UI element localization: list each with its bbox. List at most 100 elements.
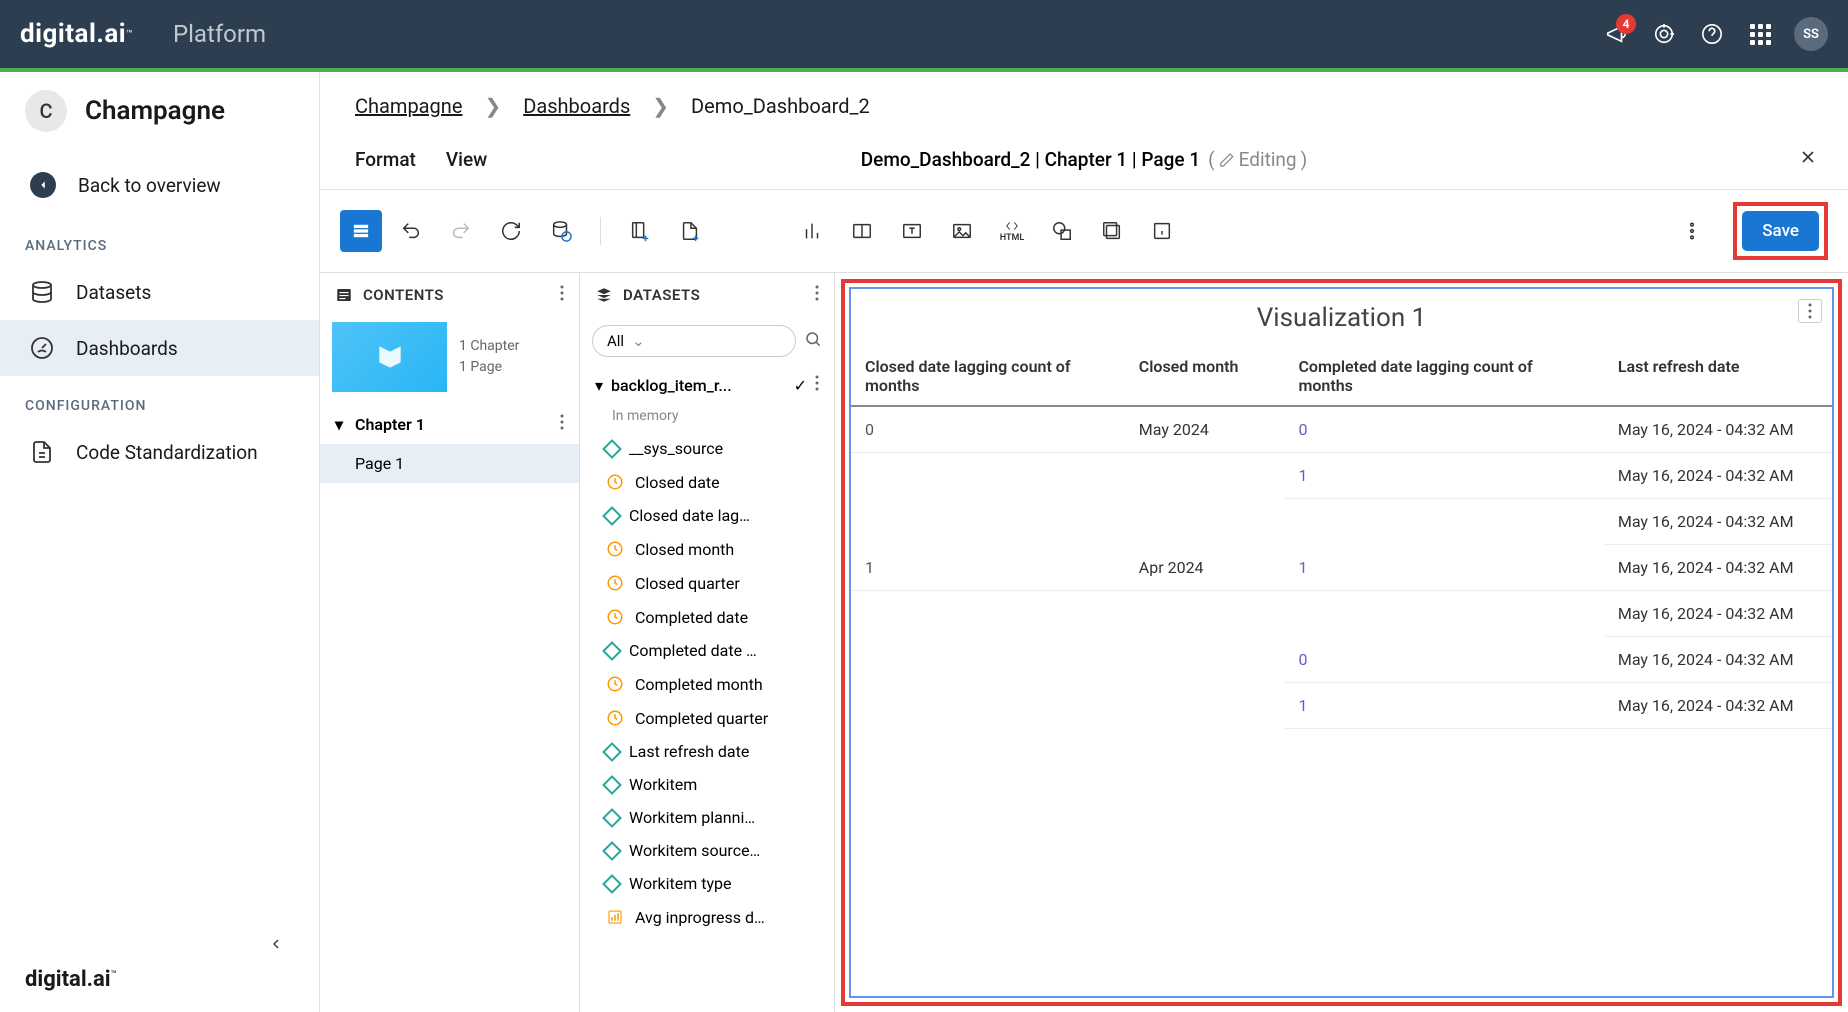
undo-button[interactable] xyxy=(390,210,432,252)
help-icon[interactable] xyxy=(1698,20,1726,48)
close-button[interactable] xyxy=(1798,147,1818,172)
editing-indicator: ( Editing) xyxy=(1208,148,1307,171)
back-label: Back to overview xyxy=(78,174,221,197)
toggle-panels-button[interactable] xyxy=(340,210,382,252)
nav-label: Datasets xyxy=(76,281,151,304)
menu-format[interactable]: Format xyxy=(355,148,416,171)
new-chapter-button[interactable] xyxy=(619,210,661,252)
nav-dashboards[interactable]: Dashboards xyxy=(0,320,319,376)
refresh-button[interactable] xyxy=(490,210,532,252)
nav-label: Dashboards xyxy=(76,337,178,360)
field-item[interactable]: Last refresh date xyxy=(580,735,834,768)
section-config: CONFIGURATION xyxy=(0,376,319,424)
field-item[interactable]: Completed date xyxy=(580,600,834,634)
announcements-icon[interactable]: 4 xyxy=(1602,20,1630,48)
field-label: Completed quarter xyxy=(635,709,768,728)
datasets-title: DATASETS xyxy=(623,286,700,304)
field-item[interactable]: Workitem source… xyxy=(580,834,834,867)
breadcrumb-champagne[interactable]: Champagne xyxy=(355,94,462,118)
menu-bar: Format View Demo_Dashboard_2 | Chapter 1… xyxy=(320,140,1848,190)
cell: May 2024 xyxy=(1125,406,1285,453)
dataset-more-button[interactable] xyxy=(815,375,819,395)
redo-button[interactable] xyxy=(440,210,482,252)
insert-container-button[interactable] xyxy=(841,210,883,252)
field-item[interactable]: __sys_source xyxy=(580,432,834,465)
html-label: HTML xyxy=(1000,233,1025,243)
dossier-thumbnail[interactable] xyxy=(332,322,447,392)
contents-more-button[interactable] xyxy=(560,285,564,305)
dataset-item[interactable]: ▾ backlog_item_r... ✓ xyxy=(580,365,834,405)
field-item[interactable]: Avg inprogress d… xyxy=(580,900,834,934)
field-item[interactable]: Closed quarter xyxy=(580,566,834,600)
viz-more-button[interactable] xyxy=(1798,299,1822,323)
cell: Apr 2024 xyxy=(1125,545,1285,591)
field-item[interactable]: Completed month xyxy=(580,667,834,701)
chapter-item[interactable]: ▾ Chapter 1 xyxy=(320,404,579,444)
insert-chart-button[interactable] xyxy=(791,210,833,252)
new-page-button[interactable] xyxy=(669,210,711,252)
cell: May 16, 2024 - 04:32 AM xyxy=(1604,499,1832,545)
insert-shape-button[interactable] xyxy=(1041,210,1083,252)
field-item[interactable]: Completed quarter xyxy=(580,701,834,735)
field-item[interactable]: Completed date … xyxy=(580,634,834,667)
data-refresh-button[interactable] xyxy=(540,210,582,252)
gauge-icon xyxy=(30,336,54,360)
toolbar: HTML Save xyxy=(320,190,1848,273)
nav-datasets[interactable]: Datasets xyxy=(0,264,319,320)
attribute-icon xyxy=(602,808,622,828)
nav-code-standardization[interactable]: Code Standardization xyxy=(0,424,319,480)
collapse-sidebar-button[interactable] xyxy=(25,921,294,967)
save-button[interactable]: Save xyxy=(1742,211,1819,251)
time-icon xyxy=(605,674,625,694)
attribute-icon xyxy=(602,506,622,526)
col-closed-month[interactable]: Closed month xyxy=(1125,347,1285,406)
col-last-refresh[interactable]: Last refresh date xyxy=(1604,347,1832,406)
search-button[interactable] xyxy=(804,330,822,352)
menu-view[interactable]: View xyxy=(446,148,487,171)
breadcrumb-dashboards[interactable]: Dashboards xyxy=(523,94,630,118)
apps-icon[interactable] xyxy=(1746,20,1774,48)
field-item[interactable]: Workitem xyxy=(580,768,834,801)
visualization-card[interactable]: Visualization 1 Closed date lagging coun… xyxy=(849,287,1834,998)
caret-down-icon: ▾ xyxy=(595,376,603,395)
insert-info-button[interactable] xyxy=(1141,210,1183,252)
cell: 0 xyxy=(1284,406,1603,453)
filter-dropdown[interactable]: All ⌄ xyxy=(592,325,796,357)
datasets-more-button[interactable] xyxy=(815,285,819,305)
insert-dossier-button[interactable] xyxy=(1091,210,1133,252)
field-label: Workitem type xyxy=(629,874,732,893)
cell: 1 xyxy=(1284,453,1603,499)
breadcrumb-current: Demo_Dashboard_2 xyxy=(691,94,870,118)
doc-title-text: Demo_Dashboard_2 | Chapter 1 | Page 1 xyxy=(861,148,1200,171)
memory-label: In memory xyxy=(580,405,834,432)
search-icon xyxy=(804,330,822,348)
back-to-overview[interactable]: Back to overview xyxy=(0,154,319,216)
table-row: 1Apr 20241May 16, 2024 - 04:32 AM xyxy=(851,545,1832,591)
cell: May 16, 2024 - 04:32 AM xyxy=(1604,545,1832,591)
chapter-more-button[interactable] xyxy=(560,414,564,434)
time-icon xyxy=(605,607,625,627)
insert-image-button[interactable] xyxy=(941,210,983,252)
col-completed-lagging[interactable]: Completed date lagging count of months xyxy=(1284,347,1603,406)
chevron-right-icon: ❯ xyxy=(652,94,669,118)
cell xyxy=(1125,637,1285,683)
close-icon xyxy=(1798,147,1818,167)
field-item[interactable]: Closed date lag… xyxy=(580,499,834,532)
insert-text-button[interactable] xyxy=(891,210,933,252)
field-label: Avg inprogress d… xyxy=(635,908,765,927)
avatar[interactable]: SS xyxy=(1794,17,1828,51)
more-options-button[interactable] xyxy=(1671,210,1713,252)
page-item[interactable]: Page 1 xyxy=(320,444,579,483)
contents-panel: CONTENTS 1 Chapter 1 Page ▾ Chapter 1 xyxy=(320,273,580,1012)
col-closed-lagging[interactable]: Closed date lagging count of months xyxy=(851,347,1125,406)
insert-html-button[interactable]: HTML xyxy=(991,210,1033,252)
cell xyxy=(1125,591,1285,637)
chevron-right-icon: ❯ xyxy=(484,94,501,118)
field-item[interactable]: Closed date xyxy=(580,465,834,499)
table-row: 0May 20240May 16, 2024 - 04:32 AM xyxy=(851,406,1832,453)
cell xyxy=(851,683,1125,729)
target-icon[interactable] xyxy=(1650,20,1678,48)
field-item[interactable]: Workitem type xyxy=(580,867,834,900)
field-item[interactable]: Workitem planni… xyxy=(580,801,834,834)
field-item[interactable]: Closed month xyxy=(580,532,834,566)
